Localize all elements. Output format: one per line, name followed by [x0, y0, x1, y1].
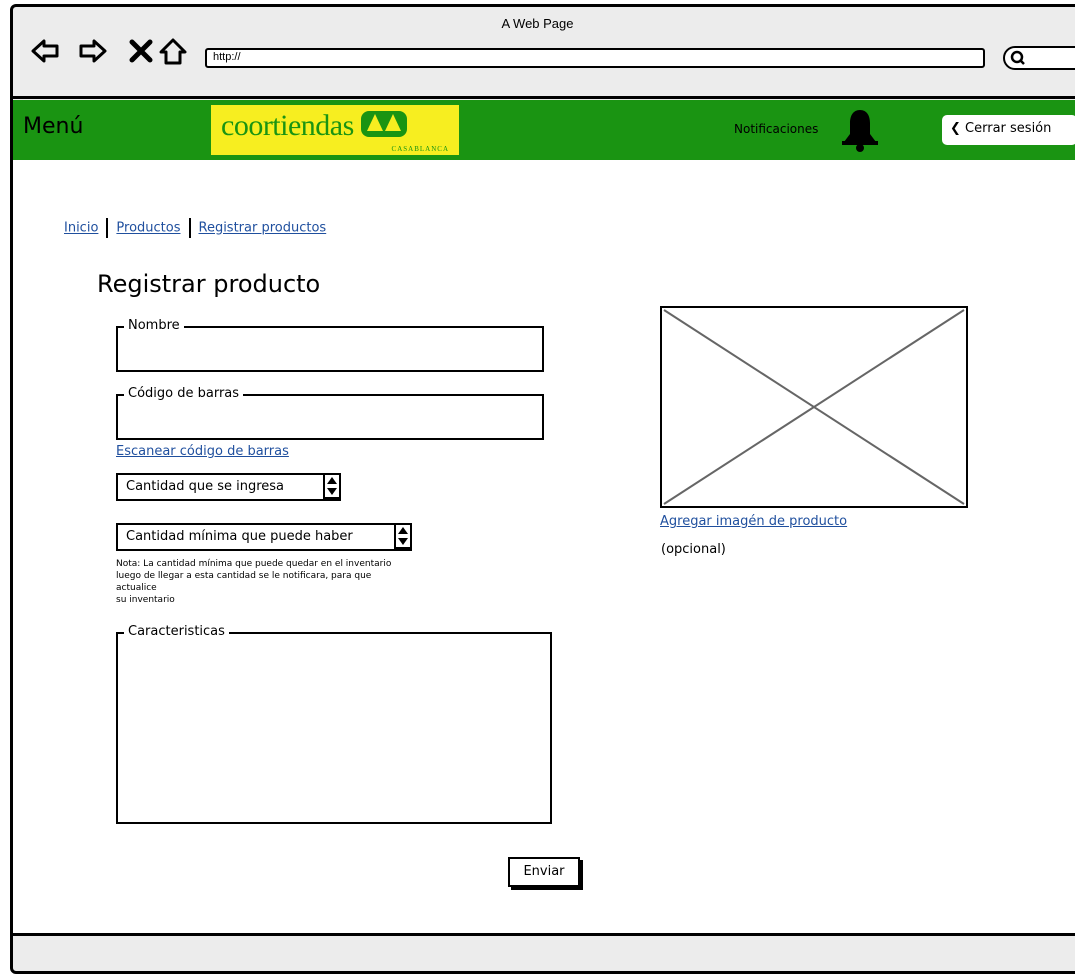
- quantity-select[interactable]: Cantidad que se ingresa: [116, 473, 341, 501]
- min-quantity-spinner[interactable]: [394, 523, 412, 549]
- barcode-field[interactable]: Código de barras: [116, 386, 544, 440]
- close-x-icon[interactable]: [126, 36, 156, 66]
- quantity-spinner[interactable]: [323, 473, 341, 499]
- name-label: Nombre: [124, 318, 184, 334]
- logo-text: coortiendas: [221, 109, 354, 142]
- note-line: Nota: La cantidad mínima que puede queda…: [116, 559, 392, 569]
- barcode-label: Código de barras: [124, 386, 244, 402]
- url-bar[interactable]: http://: [205, 48, 985, 68]
- breadcrumb-productos[interactable]: Productos: [116, 221, 180, 236]
- toolbar-divider: [10, 96, 1075, 99]
- submit-button[interactable]: Enviar: [508, 857, 580, 887]
- breadcrumb: Inicio Productos Registrar productos: [64, 218, 326, 238]
- optional-label: (opcional): [661, 542, 726, 557]
- home-icon[interactable]: [158, 36, 188, 66]
- page-title: Registrar producto: [97, 270, 321, 298]
- min-quantity-note: Nota: La cantidad mínima que puede queda…: [116, 558, 476, 606]
- min-quantity-select[interactable]: Cantidad mínima que puede haber: [116, 523, 412, 551]
- up-down-arrows-icon: [398, 527, 408, 545]
- breadcrumb-divider: [106, 218, 109, 238]
- up-down-arrows-icon: [327, 477, 337, 495]
- characteristics-textarea[interactable]: Caracteristicas: [116, 624, 552, 824]
- note-line: luego de llegar a esta cantidad se le no…: [116, 571, 372, 581]
- add-product-image-link[interactable]: Agregar imagén de producto: [660, 514, 847, 529]
- note-line: su inventario: [116, 595, 175, 605]
- notifications-label[interactable]: Notificaciones: [734, 122, 818, 136]
- brand-logo: coortiendas CASABLANCA: [211, 105, 459, 155]
- name-field[interactable]: Nombre: [116, 318, 544, 372]
- min-quantity-select-value: Cantidad mínima que puede haber: [126, 529, 353, 544]
- window-title: A Web Page: [501, 16, 574, 31]
- browser-status-bar: [13, 933, 1075, 966]
- note-line: actualice: [116, 583, 157, 593]
- breadcrumb-divider: [188, 218, 191, 238]
- logout-label: Cerrar sesión: [965, 121, 1052, 136]
- app-header: Menú coortiendas CASABLANCA Notificacion…: [13, 100, 1075, 160]
- quantity-select-value: Cantidad que se ingresa: [126, 479, 285, 494]
- chevron-left-icon: ❮: [950, 121, 961, 136]
- characteristics-label: Caracteristicas: [124, 624, 229, 640]
- menu-button[interactable]: Menú: [23, 114, 83, 139]
- logout-button[interactable]: ❮ Cerrar sesión: [942, 115, 1075, 145]
- back-arrow-icon[interactable]: [30, 36, 60, 66]
- trees-icon: [360, 111, 407, 137]
- bell-icon[interactable]: [840, 108, 880, 152]
- logo-subtext: CASABLANCA: [391, 145, 449, 153]
- logo-wordmark: coortiendas: [221, 109, 407, 143]
- breadcrumb-inicio[interactable]: Inicio: [64, 221, 98, 236]
- browser-search-field[interactable]: [1003, 46, 1075, 70]
- search-icon: [1010, 50, 1025, 65]
- main-content: Inicio Productos Registrar productos Regis…: [13, 160, 1075, 933]
- product-image-placeholder: [660, 306, 968, 508]
- scan-barcode-link[interactable]: Escanear código de barras: [116, 444, 289, 459]
- breadcrumb-registrar-productos[interactable]: Registrar productos: [199, 221, 327, 236]
- forward-arrow-icon[interactable]: [78, 36, 108, 66]
